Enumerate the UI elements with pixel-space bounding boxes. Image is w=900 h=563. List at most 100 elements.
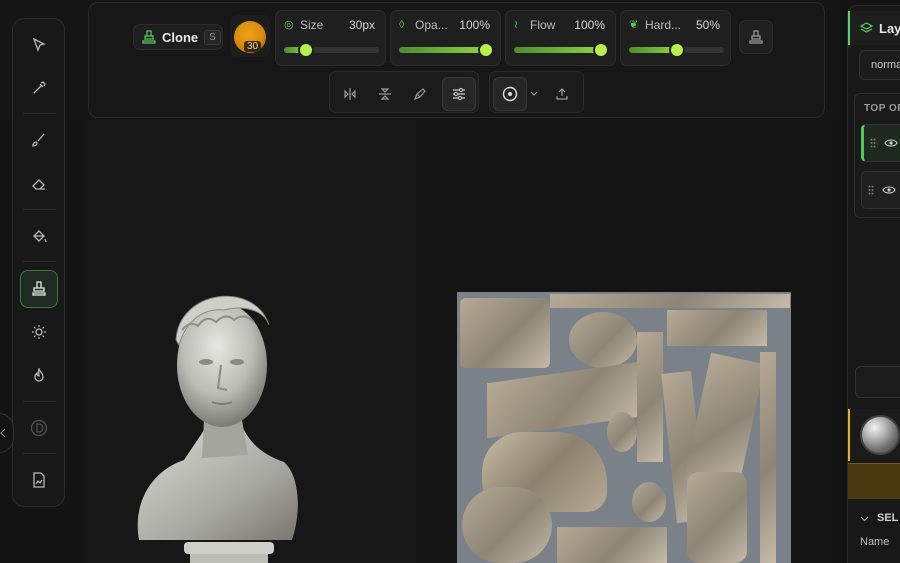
mirror-y-icon xyxy=(378,87,392,101)
layers-stack-icon xyxy=(860,21,873,35)
hardness-slider[interactable] xyxy=(629,42,724,58)
uv-texture-map[interactable] xyxy=(457,292,791,563)
opacity-slider-fill xyxy=(399,47,486,53)
flow-slider-fill xyxy=(514,47,601,53)
target-mode-dropdown[interactable] xyxy=(526,77,542,111)
eye-visibility-icon[interactable] xyxy=(884,138,898,148)
size-icon: ◎ xyxy=(284,19,294,31)
view-tool-group xyxy=(489,71,584,113)
hardness-leaf-icon: ❦ xyxy=(629,19,639,31)
clone-stamp-icon xyxy=(31,281,47,297)
mirror-x-button[interactable] xyxy=(333,77,367,111)
layer-row[interactable] xyxy=(861,171,900,209)
drag-handle-icon[interactable] xyxy=(870,138,876,148)
upload-icon xyxy=(555,87,569,101)
brush-size-badge: 30 xyxy=(244,41,262,52)
layers-tab[interactable]: Laye xyxy=(848,11,900,45)
flow-label: Flow xyxy=(530,18,556,32)
size-label: Size xyxy=(300,18,324,32)
material-sphere-preview xyxy=(860,415,900,455)
brush-tool-button[interactable] xyxy=(20,121,58,159)
brush-preview[interactable]: 30 xyxy=(230,15,270,57)
clone-source-button[interactable] xyxy=(739,20,773,54)
select-tool-button[interactable] xyxy=(20,26,58,64)
selection-section-title: SEL xyxy=(877,512,899,524)
brush-settings-button[interactable] xyxy=(442,77,476,111)
tool-sidebar xyxy=(12,18,65,507)
size-param: ◎ Size 30px xyxy=(275,10,386,66)
panel-action-button[interactable] xyxy=(855,366,900,398)
chevron-down-icon xyxy=(530,90,538,98)
export-button[interactable] xyxy=(545,77,579,111)
current-tool-chip[interactable]: Clone S xyxy=(133,24,223,50)
opacity-label: Opa... xyxy=(415,18,448,32)
mirror-x-icon xyxy=(343,87,357,101)
name-field-label: Name xyxy=(860,536,890,548)
layer-list: TOP OF xyxy=(854,93,900,218)
layer-list-header: TOP OF xyxy=(864,103,900,114)
pen-icon xyxy=(413,87,427,101)
layer-row[interactable] xyxy=(861,124,900,162)
cursor-arrow-icon xyxy=(31,37,47,53)
app-window: Clone S 30 ◎ Size 30px ◊ Opa... 100% ≀ F… xyxy=(0,0,900,563)
hardness-value[interactable]: 50% xyxy=(696,18,720,32)
eyedropper-icon xyxy=(31,80,47,96)
flow-icon: ≀ xyxy=(514,19,519,31)
drag-handle-icon[interactable] xyxy=(868,185,874,195)
size-value[interactable]: 30px xyxy=(349,18,375,32)
target-mode-button[interactable] xyxy=(493,77,527,111)
hardness-slider-knob[interactable] xyxy=(668,42,685,58)
tool-shortcut-badge: S xyxy=(204,29,221,45)
d-circle-icon xyxy=(30,419,48,437)
tool-name: Clone xyxy=(162,29,199,45)
target-circle-icon xyxy=(502,86,518,102)
flow-slider[interactable] xyxy=(514,42,609,58)
export-file-button[interactable] xyxy=(20,461,58,499)
fill-tool-button[interactable] xyxy=(20,217,58,255)
opacity-slider-knob[interactable] xyxy=(478,42,494,58)
hardness-param: ❦ Hard... 50% xyxy=(620,10,731,66)
burn-tool-button[interactable] xyxy=(20,357,58,395)
flow-value[interactable]: 100% xyxy=(574,18,605,32)
opacity-value[interactable]: 100% xyxy=(459,18,490,32)
warning-bar xyxy=(848,463,900,499)
tool-options-bar: Clone S 30 ◎ Size 30px ◊ Opa... 100% ≀ F… xyxy=(88,2,825,118)
flow-slider-knob[interactable] xyxy=(593,42,609,58)
flow-param: ≀ Flow 100% xyxy=(505,10,616,66)
flame-icon xyxy=(31,368,47,384)
file-image-icon xyxy=(31,472,47,488)
sidebar-divider xyxy=(23,401,56,402)
brush-icon xyxy=(31,132,47,148)
dodge-tool-button[interactable] xyxy=(20,313,58,351)
eye-visibility-icon[interactable] xyxy=(882,185,896,195)
blend-mode-select[interactable]: norma xyxy=(859,50,900,80)
clone-tool-button[interactable] xyxy=(20,270,58,308)
sidebar-divider xyxy=(23,453,56,454)
clone-stamp-icon xyxy=(142,30,156,44)
disabled-tool-button xyxy=(20,409,58,447)
sun-icon xyxy=(31,324,47,340)
stamp-icon xyxy=(749,30,763,44)
secondary-tools-row xyxy=(329,71,584,113)
eraser-tool-button[interactable] xyxy=(20,165,58,203)
sidebar-divider xyxy=(23,209,56,210)
paint-bucket-icon xyxy=(31,228,47,244)
opacity-slider[interactable] xyxy=(399,42,494,58)
size-slider[interactable] xyxy=(284,42,379,58)
hardness-label: Hard... xyxy=(645,18,682,32)
sliders-icon xyxy=(452,87,466,101)
eraser-icon xyxy=(31,176,47,192)
layers-panel: Laye norma TOP OF SEL Name xyxy=(847,5,900,563)
sidebar-divider xyxy=(23,113,56,114)
size-slider-knob[interactable] xyxy=(297,42,314,58)
eyedropper-tool-button[interactable] xyxy=(20,69,58,107)
bust-model xyxy=(137,295,298,563)
viewport-3d[interactable] xyxy=(84,120,416,563)
opacity-param: ◊ Opa... 100% xyxy=(390,10,501,66)
material-row[interactable] xyxy=(848,409,900,461)
symmetry-tool-group xyxy=(329,71,479,113)
mirror-y-button[interactable] xyxy=(368,77,402,111)
selection-section-header[interactable]: SEL xyxy=(860,512,898,524)
pen-pressure-button[interactable] xyxy=(403,77,437,111)
chevron-left-icon xyxy=(0,428,7,438)
